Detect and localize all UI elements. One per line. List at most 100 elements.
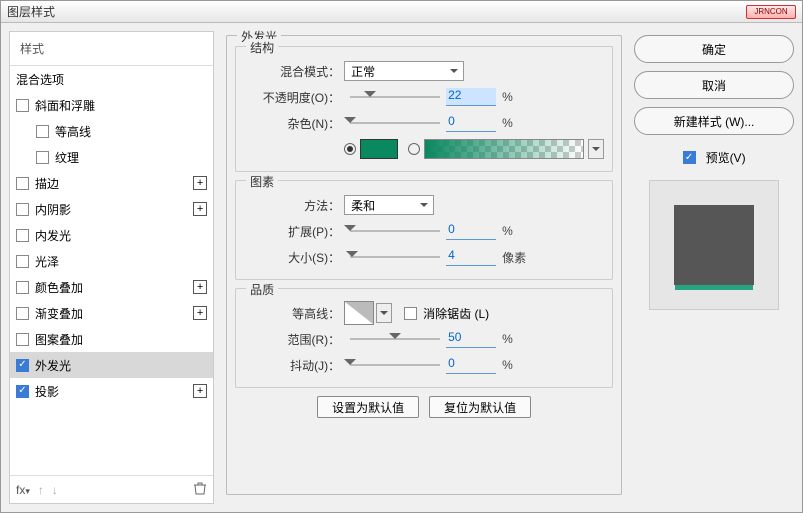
window-title: 图层样式 <box>7 3 55 20</box>
preview-swatch <box>674 205 754 285</box>
effect-row-1[interactable]: 等高线 <box>10 118 213 144</box>
effect-checkbox[interactable] <box>16 99 29 112</box>
technique-label: 方法： <box>244 197 344 214</box>
styles-sidebar: 样式 混合选项 斜面和浮雕等高线纹理描边 + 内阴影 + 内发光光泽颜色叠加 + 渐变叠加 +… <box>9 31 214 504</box>
reset-default-button[interactable]: 复位为默认值 <box>429 396 531 418</box>
effect-checkbox[interactable] <box>16 359 29 372</box>
preview-checkbox[interactable] <box>683 151 696 164</box>
spread-input[interactable]: 0 <box>446 222 496 240</box>
effect-checkbox[interactable] <box>16 229 29 242</box>
effects-list: 斜面和浮雕等高线纹理描边 + 内阴影 + 内发光光泽颜色叠加 + 渐变叠加 + 图案叠加外发光投… <box>10 92 213 475</box>
elements-legend: 图素 <box>246 173 278 190</box>
range-label: 范围(R)： <box>244 331 344 348</box>
add-effect-icon[interactable]: + <box>193 306 207 320</box>
preview-label: 预览(V) <box>706 149 746 166</box>
structure-group: 结构 混合模式： 正常 不透明度(O)： 22 % 杂色(N)： 0 <box>235 46 613 172</box>
preview-thumbnail <box>649 180 779 310</box>
contour-picker[interactable] <box>344 301 374 325</box>
effect-label: 渐变叠加 <box>35 305 83 322</box>
effect-row-9[interactable]: 图案叠加 <box>10 326 213 352</box>
quality-legend: 品质 <box>246 281 278 298</box>
effect-checkbox[interactable] <box>16 281 29 294</box>
size-label: 大小(S)： <box>244 249 344 266</box>
effect-checkbox[interactable] <box>36 125 49 138</box>
title-bar[interactable]: 图层样式 JRNCON <box>1 1 802 23</box>
jitter-input[interactable]: 0 <box>446 356 496 374</box>
technique-select[interactable]: 柔和 <box>344 195 434 215</box>
make-default-button[interactable]: 设置为默认值 <box>317 396 419 418</box>
effect-row-3[interactable]: 描边 + <box>10 170 213 196</box>
gradient-picker[interactable] <box>424 139 584 159</box>
effect-row-7[interactable]: 颜色叠加 + <box>10 274 213 300</box>
color-swatch[interactable] <box>360 139 398 159</box>
jitter-slider[interactable] <box>350 358 440 372</box>
effect-row-6[interactable]: 光泽 <box>10 248 213 274</box>
contour-dropdown[interactable] <box>376 303 392 323</box>
effect-row-4[interactable]: 内阴影 + <box>10 196 213 222</box>
add-effect-icon[interactable]: + <box>193 202 207 216</box>
effect-row-2[interactable]: 纹理 <box>10 144 213 170</box>
blending-options-row[interactable]: 混合选项 <box>10 66 213 92</box>
gradient-dropdown[interactable] <box>588 139 604 159</box>
quality-group: 品质 等高线： 消除锯齿 (L) 范围(R)： 50 % <box>235 288 613 388</box>
size-slider[interactable] <box>350 250 440 264</box>
size-input[interactable]: 4 <box>446 248 496 266</box>
effect-checkbox[interactable] <box>16 177 29 190</box>
blend-mode-select[interactable]: 正常 <box>344 61 464 81</box>
effect-label: 内发光 <box>35 227 71 244</box>
jitter-label: 抖动(J)： <box>244 357 344 374</box>
effect-checkbox[interactable] <box>16 385 29 398</box>
effect-row-5[interactable]: 内发光 <box>10 222 213 248</box>
noise-input[interactable]: 0 <box>446 114 496 132</box>
effect-label: 图案叠加 <box>35 331 83 348</box>
dialog-body: 样式 混合选项 斜面和浮雕等高线纹理描边 + 内阴影 + 内发光光泽颜色叠加 + 渐变叠加 +… <box>1 23 802 512</box>
opacity-label: 不透明度(O)： <box>244 89 344 106</box>
add-effect-icon[interactable]: + <box>193 176 207 190</box>
layer-style-dialog: 图层样式 JRNCON 样式 混合选项 斜面和浮雕等高线纹理描边 + 内阴影 + 内发光… <box>0 0 803 513</box>
effect-label: 内阴影 <box>35 201 71 218</box>
effect-row-10[interactable]: 外发光 <box>10 352 213 378</box>
effect-label: 纹理 <box>55 149 79 166</box>
new-style-button[interactable]: 新建样式 (W)... <box>634 107 794 135</box>
effect-label: 颜色叠加 <box>35 279 83 296</box>
gradient-radio[interactable] <box>408 143 420 155</box>
noise-label: 杂色(N)： <box>244 115 344 132</box>
effect-label: 外发光 <box>35 357 71 374</box>
cancel-button[interactable]: 取消 <box>634 71 794 99</box>
spread-label: 扩展(P)： <box>244 223 344 240</box>
effect-checkbox[interactable] <box>16 203 29 216</box>
settings-panel: 外发光 结构 混合模式： 正常 不透明度(O)： 22 % 杂 <box>222 31 626 504</box>
structure-legend: 结构 <box>246 39 278 56</box>
effect-label: 等高线 <box>55 123 91 140</box>
effect-checkbox[interactable] <box>16 307 29 320</box>
effect-checkbox[interactable] <box>16 333 29 346</box>
effect-label: 斜面和浮雕 <box>35 97 95 114</box>
effect-label: 投影 <box>35 383 59 400</box>
ok-button[interactable]: 确定 <box>634 35 794 63</box>
effect-label: 描边 <box>35 175 59 192</box>
trash-icon[interactable] <box>193 481 207 498</box>
range-slider[interactable] <box>350 332 440 346</box>
contour-label: 等高线： <box>244 305 344 322</box>
effect-row-0[interactable]: 斜面和浮雕 <box>10 92 213 118</box>
sidebar-header: 样式 <box>10 32 213 61</box>
outer-glow-group: 外发光 结构 混合模式： 正常 不透明度(O)： 22 % 杂 <box>226 35 622 495</box>
spread-slider[interactable] <box>350 224 440 238</box>
color-radio[interactable] <box>344 143 356 155</box>
move-down-icon[interactable]: ↓ <box>52 483 58 497</box>
add-effect-icon[interactable]: + <box>193 280 207 294</box>
fx-menu-button[interactable]: fx▾ <box>16 483 30 497</box>
range-input[interactable]: 50 <box>446 330 496 348</box>
effect-checkbox[interactable] <box>36 151 49 164</box>
effect-label: 光泽 <box>35 253 59 270</box>
add-effect-icon[interactable]: + <box>193 384 207 398</box>
effect-row-8[interactable]: 渐变叠加 + <box>10 300 213 326</box>
antialias-label: 消除锯齿 (L) <box>423 305 489 322</box>
noise-slider[interactable] <box>350 116 440 130</box>
effect-row-11[interactable]: 投影 + <box>10 378 213 404</box>
opacity-slider[interactable] <box>350 90 440 104</box>
antialias-checkbox[interactable] <box>404 307 417 320</box>
move-up-icon[interactable]: ↑ <box>38 483 44 497</box>
effect-checkbox[interactable] <box>16 255 29 268</box>
opacity-input[interactable]: 22 <box>446 88 496 106</box>
